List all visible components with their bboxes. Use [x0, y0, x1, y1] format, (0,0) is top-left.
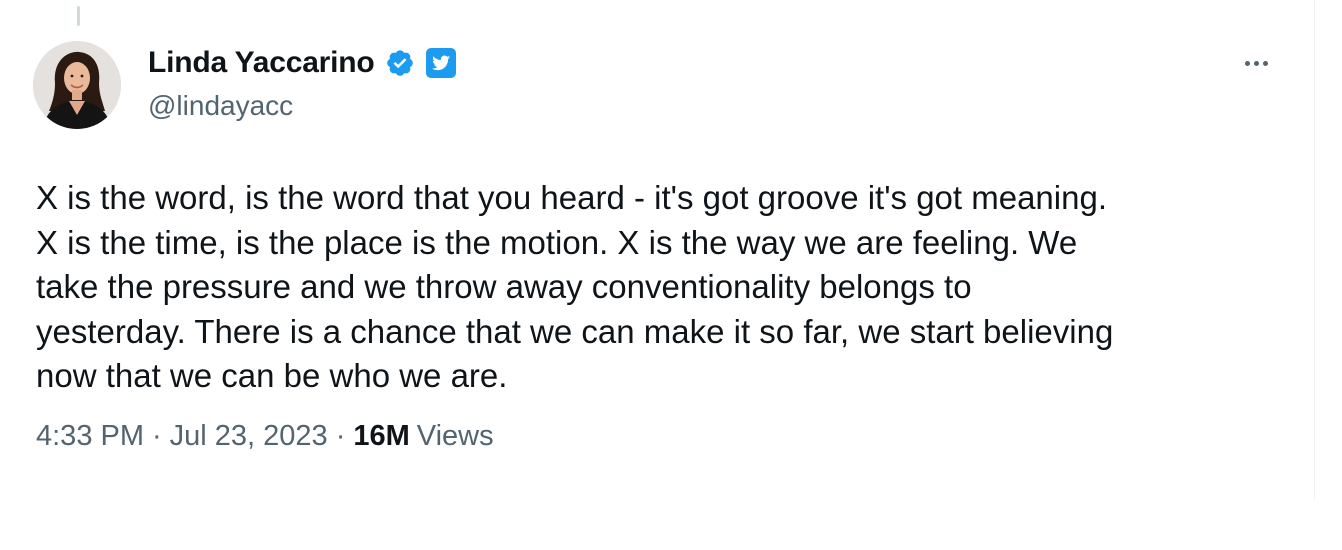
- more-options-button[interactable]: [1236, 50, 1276, 76]
- tweet-date[interactable]: Jul 23, 2023: [170, 420, 328, 453]
- views-label[interactable]: Views: [417, 420, 494, 453]
- tweet-time[interactable]: 4:33 PM: [36, 420, 144, 453]
- verified-badge-icon[interactable]: [385, 48, 415, 78]
- meta-separator: ·: [152, 420, 162, 452]
- tweet-text-line: take the pressure and we throw away conv…: [36, 268, 972, 305]
- tweet-meta: 4:33 PM · Jul 23, 2023 · 16M Views: [36, 420, 494, 453]
- views-count[interactable]: 16M: [353, 420, 409, 453]
- tweet-text-line: X is the time, is the place is the motio…: [36, 223, 1078, 261]
- display-name[interactable]: Linda Yaccarino: [148, 46, 375, 80]
- user-handle[interactable]: @lindayacc: [148, 90, 293, 122]
- more-dot-icon: [1262, 60, 1268, 66]
- meta-separator: ·: [335, 420, 346, 452]
- twitter-bird-icon[interactable]: [425, 47, 457, 79]
- tweet-text-line: X is the word, is the word that you hear…: [36, 179, 1107, 216]
- tweet-text-line: yesterday. There is a chance that we can…: [36, 312, 1114, 350]
- author-name-row: Linda Yaccarino: [148, 42, 457, 84]
- thread-connector-line: [77, 6, 80, 26]
- profile-photo-icon: [33, 41, 121, 129]
- avatar[interactable]: [33, 41, 121, 129]
- tweet-card: Linda Yaccarino @lindayacc X is the word…: [0, 0, 1342, 550]
- more-dot-icon: [1244, 60, 1250, 66]
- tweet-text-line: now that we can be who we are.: [36, 357, 508, 394]
- more-dot-icon: [1253, 60, 1259, 66]
- card-divider: [1314, 0, 1315, 500]
- tweet-text: X is the word, is the word that you hear…: [36, 176, 1296, 399]
